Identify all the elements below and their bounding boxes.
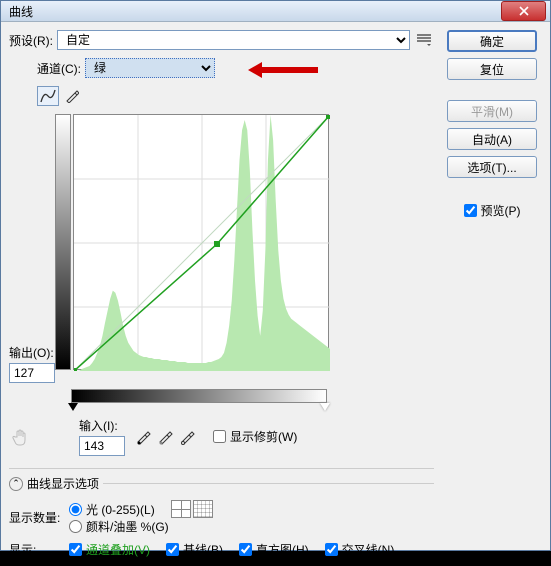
preview-checkbox[interactable]: 预览(P) [464,202,521,219]
smooth-button[interactable]: 平滑(M) [447,100,537,122]
display-options-toggle[interactable]: ⌃ 曲线显示选项 [9,475,434,492]
curve-tool-icon[interactable] [37,86,59,106]
histogram-checkbox[interactable]: 直方图(H) [239,541,309,558]
titlebar[interactable]: 曲线 [1,1,550,22]
preset-label: 预设(R): [9,32,53,49]
hand-tool-icon[interactable] [9,425,33,449]
close-button[interactable] [501,1,546,21]
input-input[interactable] [79,436,125,456]
show-label: 显示: [9,541,69,558]
chevron-up-icon: ⌃ [9,477,23,491]
pigment-radio[interactable]: 颜料/油墨 %(G) [69,518,434,535]
eyedropper-gray-icon[interactable] [155,427,175,447]
reset-button[interactable]: 复位 [447,58,537,80]
preset-select[interactable]: 自定 [57,30,410,50]
input-label: 输入(I): [79,417,125,434]
input-gradient[interactable] [71,389,327,403]
channel-label: 通道(C): [37,60,81,77]
show-clipping-checkbox[interactable]: 显示修剪(W) [213,428,297,445]
curves-dialog: 曲线 预设(R): 自定 通道(C): 绿 [0,0,551,551]
curve-graph[interactable] [73,114,329,370]
preset-menu-icon[interactable] [414,31,434,49]
eyedropper-white-icon[interactable] [177,427,197,447]
output-gradient[interactable] [55,114,71,370]
grid-10-icon[interactable] [193,500,213,518]
graph-svg [74,115,330,371]
window-title: 曲线 [9,3,501,20]
eyedropper-black-icon[interactable] [133,427,153,447]
baseline-checkbox[interactable]: 基线(B) [166,541,223,558]
output-label: 输出(O): [9,344,55,361]
auto-button[interactable]: 自动(A) [447,128,537,150]
options-button[interactable]: 选项(T)... [447,156,537,178]
ok-button[interactable]: 确定 [447,30,537,52]
intersection-checkbox[interactable]: 交叉线(N) [325,541,395,558]
light-radio[interactable]: 光 (0-255)(L) [69,501,155,518]
output-input[interactable] [9,363,55,383]
channel-select[interactable]: 绿 [85,58,215,78]
grid-4-icon[interactable] [171,500,191,518]
amount-label: 显示数量: [9,509,69,526]
pencil-tool-icon[interactable] [61,86,83,106]
close-icon [519,6,529,16]
overlay-checkbox[interactable]: 通道叠加(V) [69,541,150,558]
display-options-label: 曲线显示选项 [27,475,99,492]
